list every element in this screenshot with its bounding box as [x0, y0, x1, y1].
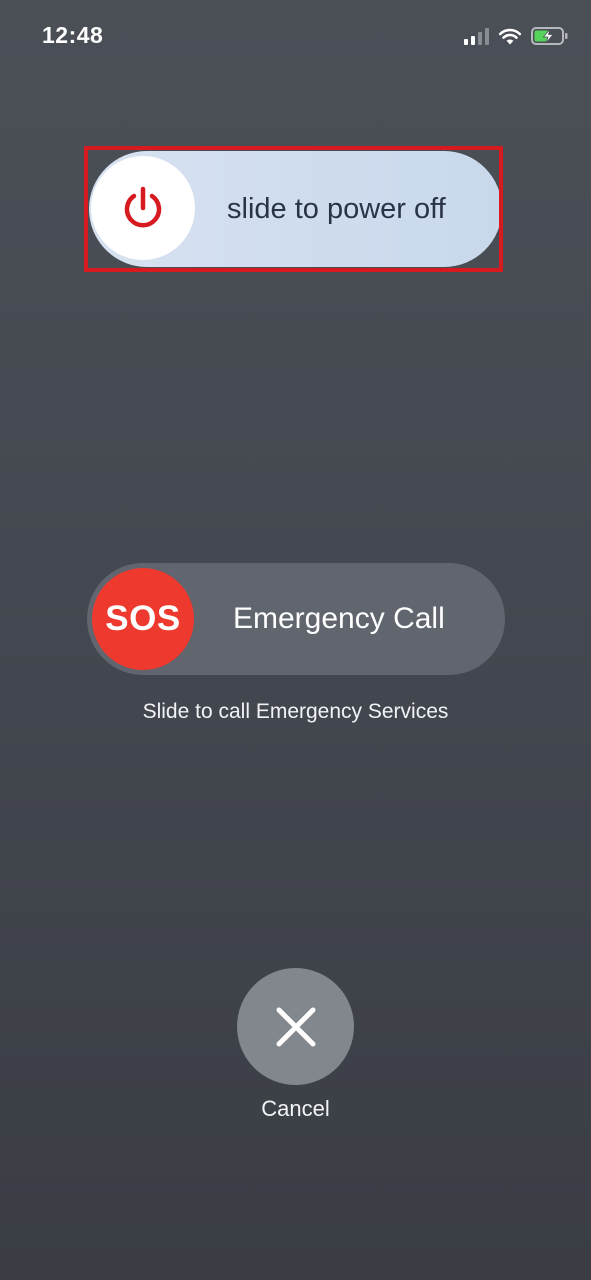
cancel-label: Cancel: [261, 1096, 330, 1121]
emergency-call-label: Emergency Call: [233, 602, 445, 635]
emergency-call-slider[interactable]: SOS Emergency Call: [87, 563, 505, 675]
cancel-button[interactable]: [237, 968, 354, 1085]
close-icon: [276, 1007, 315, 1046]
status-time: 12:48: [42, 22, 104, 48]
status-bar: 12:48: [0, 0, 591, 70]
emergency-caption: Slide to call Emergency Services: [142, 700, 449, 723]
status-icons: [464, 24, 569, 48]
cellular-signal-icon: [464, 27, 489, 45]
sos-knob[interactable]: SOS: [92, 568, 194, 670]
wifi-icon: [498, 28, 522, 45]
power-slider-highlight-box: [84, 146, 503, 272]
battery-charging-icon: [531, 27, 568, 45]
